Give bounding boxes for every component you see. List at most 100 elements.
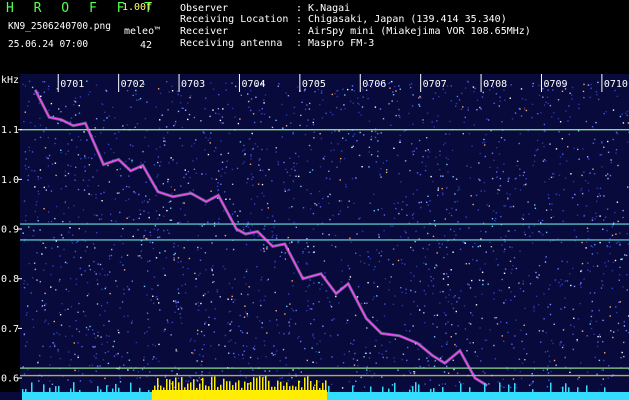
- noise-dot: [86, 294, 89, 297]
- noise-dot: [562, 329, 565, 331]
- noise-dot: [368, 120, 371, 122]
- noise-dot: [581, 241, 583, 244]
- noise-dot: [138, 217, 140, 220]
- noise-dot: [612, 261, 615, 263]
- noise-dot: [229, 330, 231, 332]
- noise-dot: [197, 309, 200, 311]
- noise-dot: [351, 146, 353, 149]
- noise-dot: [224, 234, 227, 237]
- noise-dot: [436, 314, 439, 316]
- noise-dot: [184, 292, 187, 294]
- noise-dot: [98, 218, 101, 221]
- noise-dot: [155, 257, 158, 259]
- noise-dot: [82, 209, 85, 211]
- noise-dot: [266, 332, 268, 334]
- noise-dot: [501, 121, 503, 123]
- noise-dot: [80, 256, 82, 259]
- noise-dot: [285, 364, 287, 366]
- noise-dot: [485, 133, 487, 136]
- noise-dot: [412, 249, 414, 251]
- noise-dot: [499, 177, 502, 180]
- noise-dot: [441, 383, 444, 385]
- noise-dot: [446, 187, 448, 189]
- noise-dot: [289, 303, 291, 305]
- noise-dot: [397, 369, 399, 371]
- noise-dot: [128, 175, 130, 177]
- noise-dot: [160, 161, 162, 163]
- noise-dot: [131, 320, 133, 322]
- noise-dot: [559, 163, 561, 165]
- noise-dot: [166, 319, 169, 321]
- noise-dot: [606, 208, 609, 210]
- noise-dot: [446, 163, 448, 166]
- noise-dot: [457, 221, 459, 223]
- noise-dot: [308, 144, 311, 147]
- noise-dot: [614, 259, 617, 262]
- noise-dot: [36, 279, 38, 281]
- noise-dot: [626, 141, 629, 143]
- noise-dot: [202, 355, 204, 357]
- noise-dot: [455, 345, 458, 347]
- noise-dot: [287, 189, 289, 192]
- noise-dot: [275, 310, 277, 312]
- noise-dot: [352, 102, 354, 104]
- noise-dot: [243, 144, 245, 147]
- noise-dot: [365, 352, 367, 354]
- noise-dot: [77, 154, 80, 156]
- noise-dot: [586, 156, 589, 158]
- noise-dot: [597, 81, 599, 84]
- noise-dot: [243, 161, 246, 163]
- noise-dot: [591, 253, 594, 255]
- noise-dot: [616, 201, 619, 203]
- noise-dot: [100, 132, 102, 134]
- noise-dot: [158, 343, 160, 346]
- noise-dot: [284, 252, 286, 254]
- noise-dot: [242, 354, 244, 356]
- noise-dot: [548, 355, 550, 357]
- noise-dot: [322, 325, 324, 327]
- noise-dot: [173, 259, 175, 261]
- noise-dot: [441, 192, 444, 194]
- noise-dot: [77, 342, 79, 344]
- noise-dot: [95, 84, 98, 86]
- noise-dot: [554, 279, 556, 282]
- noise-dot: [584, 180, 587, 182]
- noise-dot: [592, 168, 594, 170]
- noise-dot: [454, 193, 456, 195]
- noise-dot: [107, 350, 109, 353]
- noise-dot: [480, 360, 482, 362]
- noise-dot: [322, 99, 324, 101]
- noise-dot: [310, 149, 312, 151]
- noise-dot: [201, 360, 203, 363]
- noise-dot: [71, 335, 73, 337]
- noise-dot: [451, 324, 453, 326]
- noise-dot: [386, 159, 388, 162]
- noise-dot: [110, 148, 112, 150]
- noise-dot: [107, 143, 110, 146]
- noise-dot: [313, 137, 315, 139]
- noise-dot: [129, 106, 132, 108]
- noise-dot: [204, 323, 206, 325]
- noise-dot: [82, 373, 84, 375]
- noise-dot: [164, 328, 166, 331]
- noise-dot: [468, 284, 470, 286]
- noise-dot: [216, 291, 219, 293]
- noise-dot: [593, 292, 596, 294]
- noise-dot: [377, 140, 379, 142]
- noise-dot: [398, 114, 400, 117]
- noise-dot: [373, 269, 375, 271]
- noise-dot: [509, 260, 512, 262]
- noise-dot: [479, 245, 481, 247]
- noise-dot: [189, 96, 191, 99]
- noise-dot: [263, 195, 265, 197]
- noise-dot: [408, 84, 411, 86]
- noise-dot: [569, 92, 571, 94]
- noise-dot: [550, 339, 553, 342]
- noise-dot: [203, 334, 205, 337]
- noise-dot: [372, 316, 374, 318]
- noise-dot: [153, 228, 155, 230]
- noise-dot: [41, 300, 44, 302]
- noise-dot: [376, 285, 379, 288]
- noise-dot: [434, 267, 436, 269]
- noise-dot: [237, 221, 239, 223]
